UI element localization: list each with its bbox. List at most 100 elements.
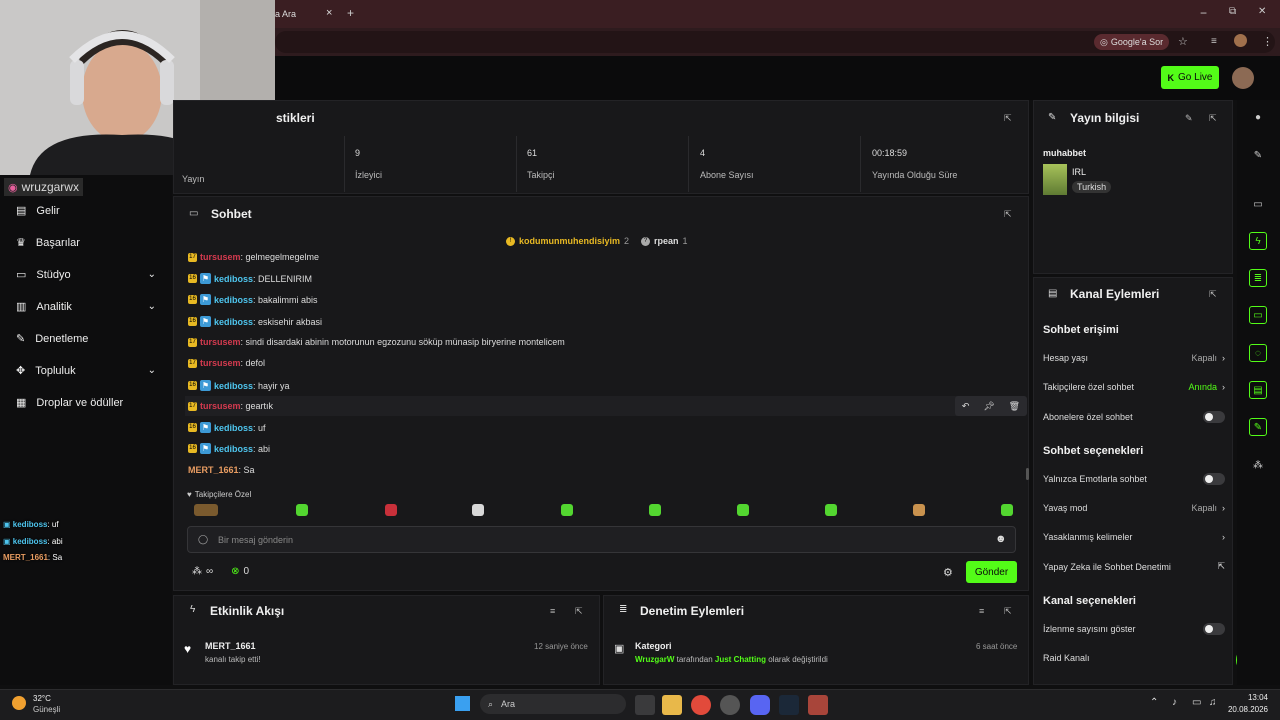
edit-icon[interactable]: ✎ — [1249, 146, 1267, 164]
emote-icon[interactable] — [1001, 504, 1013, 516]
app-icon[interactable] — [720, 695, 740, 715]
points-icon[interactable]: ⁂ — [1249, 456, 1267, 474]
pinned-user[interactable]: kodumunmuhendisiyim — [519, 236, 620, 246]
tab-search-icon[interactable]: ≡ — [1211, 36, 1217, 47]
emote-only-toggle[interactable] — [1203, 473, 1225, 485]
sidebar-item-gelir[interactable]: ▤ Gelir — [16, 204, 156, 218]
emote-icon[interactable] — [649, 504, 661, 516]
chat-username[interactable]: kediboss — [214, 274, 253, 284]
tab-close-icon[interactable]: × — [326, 7, 332, 19]
go-live-button[interactable]: K Go Live — [1161, 66, 1219, 89]
popout-icon[interactable]: ⇱ — [1209, 113, 1217, 124]
microphone-icon[interactable]: ♪ — [1172, 697, 1177, 708]
stream-category[interactable]: IRL — [1072, 167, 1086, 177]
steam-icon[interactable] — [779, 695, 799, 715]
popout-icon[interactable]: ⇱ — [1004, 606, 1012, 617]
weather-temp[interactable]: 32°C — [33, 694, 51, 703]
setting-raid-channel[interactable]: Raid Kanalı — [1043, 653, 1225, 663]
bookmark-star-icon[interactable]: ☆ — [1178, 35, 1188, 48]
emote-icon[interactable] — [385, 504, 397, 516]
chat-username[interactable]: kediboss — [214, 317, 253, 327]
google-ask-button[interactable]: ◎ Google'a Sor — [1094, 34, 1170, 50]
sidebar-item-droplar[interactable]: ▦ Droplar ve ödüller — [16, 396, 156, 410]
sun-icon[interactable] — [12, 696, 26, 710]
chat-username[interactable]: kediboss — [214, 381, 253, 391]
sidebar-item-studyo[interactable]: ▭ Stüdyo ⌄ — [16, 268, 156, 282]
emote-icon[interactable] — [913, 504, 925, 516]
clock-time[interactable]: 13:04 — [1228, 693, 1268, 702]
chat-username[interactable]: tursusem — [200, 337, 241, 347]
emote-icon[interactable] — [296, 504, 308, 516]
sidebar-item-denetleme[interactable]: ✎ Denetleme — [16, 332, 156, 346]
channel-points[interactable]: ⁂ ∞ ⊗ 0 — [192, 566, 249, 577]
setting-slow-mode[interactable]: Yavaş mod Kapalı › — [1043, 503, 1225, 513]
send-button[interactable]: Gönder — [966, 561, 1017, 583]
chat-message[interactable]: 16 ⚑ kediboss: hayir ya — [188, 380, 290, 391]
user-avatar[interactable] — [1232, 67, 1254, 89]
filter-icon[interactable]: ≡ — [979, 606, 984, 616]
pin-icon[interactable]: 📌︎ — [983, 401, 994, 412]
chat-message[interactable]: 17 tursusem: gelmegelmegelme — [188, 252, 319, 262]
maximize-button[interactable]: ⧉ — [1229, 6, 1236, 17]
chat-message[interactable]: 16 ⚑ kediboss: eskisehir akbasi — [188, 316, 322, 327]
chrome-icon[interactable] — [691, 695, 711, 715]
sidebar-item-analitik[interactable]: ▥ Analitik ⌄ — [16, 300, 156, 314]
file-explorer-icon[interactable] — [662, 695, 682, 715]
chat-scrollbar[interactable] — [1026, 468, 1029, 480]
lightning-icon[interactable]: ϟ — [1249, 232, 1267, 250]
chat-input[interactable]: ◯ Bir mesaj gönderin ☻ — [187, 526, 1016, 553]
channel-actions-icon[interactable]: ▤ — [1249, 381, 1267, 399]
network-icon[interactable]: ▭ — [1192, 697, 1201, 708]
close-window-button[interactable]: ✕ — [1258, 6, 1266, 17]
chat-message[interactable]: 17 tursusem: sindi disardaki abinin motor… — [188, 337, 565, 347]
taskbar-search[interactable]: ⌕ Ara — [480, 694, 626, 714]
delete-icon[interactable]: 🗑︎ — [1009, 401, 1020, 412]
emoji-picker-icon[interactable]: ☻ — [995, 533, 1007, 545]
setting-banned-words[interactable]: Yasaklanmış kelimeler › — [1043, 532, 1225, 542]
popout-icon[interactable]: ⇱ — [1004, 209, 1012, 220]
popout-icon[interactable]: ⇱ — [1004, 113, 1012, 124]
app-icon[interactable] — [808, 695, 828, 715]
sidebar-item-topluluk[interactable]: ✥ Topluluk ⌄ — [16, 364, 156, 378]
chat-message[interactable]: 16 ⚑ kediboss: uf — [188, 422, 266, 433]
undo-icon[interactable]: ↶ — [962, 401, 970, 412]
chevron-up-icon[interactable]: ⌃ — [1150, 697, 1158, 708]
chat-username[interactable]: kediboss — [214, 295, 253, 305]
layout-icon[interactable]: ▭ — [1249, 195, 1267, 213]
chat-message[interactable]: 16 ⚑ kediboss: DELLENIRIM — [188, 273, 312, 284]
popout-icon[interactable]: ⇱ — [1209, 289, 1217, 300]
emote-icon[interactable] — [737, 504, 749, 516]
setting-followers-only[interactable]: Takipçilere özel sohbet Anında › — [1043, 382, 1225, 392]
category-thumbnail[interactable] — [1043, 164, 1067, 195]
new-tab-button[interactable]: + — [347, 6, 354, 20]
chat-username[interactable]: tursusem — [200, 358, 241, 368]
popout-icon[interactable]: ⇱ — [575, 606, 583, 617]
filter-icon[interactable]: ≡ — [550, 606, 555, 616]
viewcount-toggle[interactable] — [1203, 623, 1225, 635]
chat-message[interactable]: 16 ⚑ kediboss: abi — [188, 443, 270, 454]
browser-menu-icon[interactable]: ⋮ — [1262, 35, 1273, 48]
chat-username[interactable]: kediboss — [214, 423, 253, 433]
wrench-icon[interactable]: ✎ — [1249, 418, 1267, 436]
chat-message[interactable]: 17 tursusem: geartık — [188, 401, 273, 411]
edit-icon[interactable]: ✎ — [1185, 113, 1193, 124]
setting-ai-moderation[interactable]: Yapay Zeka ile Sohbet Denetimi ⇱ — [1043, 561, 1225, 572]
minimize-button[interactable]: − — [1200, 6, 1207, 20]
emote-icon[interactable] — [825, 504, 837, 516]
chat-settings-icon[interactable]: ⚙ — [943, 566, 953, 579]
chat-username[interactable]: tursusem — [200, 252, 241, 262]
broadcast-icon[interactable]: ◌ — [1249, 344, 1267, 362]
chat-message[interactable]: 17 tursusem: defol — [188, 358, 265, 368]
emote-icon[interactable] — [561, 504, 573, 516]
emote-icon[interactable] — [194, 504, 218, 516]
info-icon[interactable]: ● — [1249, 108, 1267, 126]
chat-username[interactable]: tursusem — [200, 401, 241, 411]
chat-icon[interactable]: ▭ — [1249, 306, 1267, 324]
list-icon[interactable]: ≣ — [1249, 269, 1267, 287]
pinned-user[interactable]: rpean — [654, 236, 679, 246]
setting-account-age[interactable]: Hesap yaşı Kapalı › — [1043, 353, 1225, 363]
emote-icon[interactable] — [472, 504, 484, 516]
chat-message[interactable]: MERT_1661: Sa — [188, 465, 255, 475]
activity-user[interactable]: MERT_1661 — [205, 641, 256, 651]
discord-icon[interactable] — [750, 695, 770, 715]
